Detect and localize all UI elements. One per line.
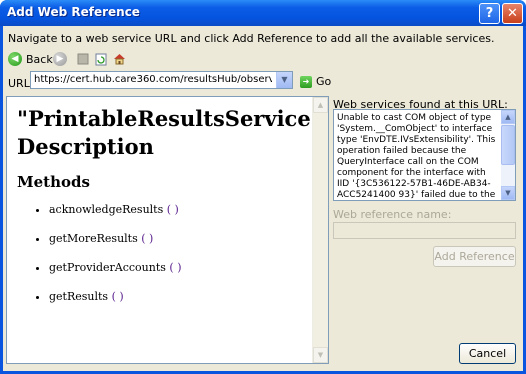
go-label: Go <box>316 75 332 88</box>
service-browser-pane[interactable]: "PrintableResultsService" Description Me… <box>6 96 329 364</box>
scroll-down-button[interactable]: ▼ <box>313 347 328 363</box>
browser-content: "PrintableResultsService" Description Me… <box>17 105 322 319</box>
chevron-down-icon: ▼ <box>505 189 511 197</box>
scroll-up-button[interactable]: ▲ <box>313 97 328 113</box>
add-reference-button[interactable]: Add Reference <box>433 246 516 267</box>
method-name: getMoreResults <box>49 232 138 245</box>
url-combobox[interactable]: https://cert.hub.care360.com/resultsHub/… <box>30 71 293 89</box>
url-input[interactable]: https://cert.hub.care360.com/resultsHub/… <box>34 74 272 85</box>
method-item: acknowledgeResults ( ) <box>49 203 307 216</box>
home-button[interactable] <box>112 50 126 68</box>
close-icon: ✕ <box>507 6 518 21</box>
refresh-button[interactable] <box>94 50 108 68</box>
method-name: acknowledgeResults <box>49 203 164 216</box>
method-item: getMoreResults ( ) <box>49 232 307 245</box>
help-button[interactable]: ? <box>479 3 500 24</box>
method-item: getResults ( ) <box>49 290 307 303</box>
services-scroll-up[interactable]: ▲ <box>501 110 515 124</box>
method-name: getProviderAccounts <box>49 261 166 274</box>
chevron-down-icon: ▼ <box>317 351 324 359</box>
forward-button[interactable]: ▶ <box>53 50 67 68</box>
web-reference-name-label: Web reference name: <box>333 208 452 221</box>
method-params-link[interactable]: ( ) <box>167 203 179 216</box>
methods-heading: Methods <box>17 173 90 191</box>
methods-list: acknowledgeResults ( ) getMoreResults ( … <box>17 203 307 303</box>
stop-icon <box>76 52 90 66</box>
chevron-up-icon: ▲ <box>317 101 324 109</box>
window-title: Add Web Reference <box>7 5 140 19</box>
instructions-text: Navigate to a web service URL and click … <box>8 32 495 45</box>
method-params-link[interactable]: ( ) <box>112 290 124 303</box>
go-button[interactable]: ➜ Go <box>300 75 331 88</box>
stop-button[interactable] <box>76 50 90 68</box>
services-scroll-thumb[interactable] <box>501 125 515 165</box>
refresh-icon <box>94 52 108 66</box>
chevron-up-icon: ▲ <box>505 113 511 121</box>
web-reference-name-input[interactable] <box>333 222 516 239</box>
url-dropdown-button[interactable]: ▼ <box>276 72 292 88</box>
back-button[interactable]: ◀ Back <box>8 50 53 68</box>
dialog-client-area: Navigate to a web service URL and click … <box>3 26 523 371</box>
chevron-down-icon: ▼ <box>281 75 288 84</box>
home-icon <box>112 52 126 66</box>
services-message: Unable to cast COM object of type 'Syste… <box>337 113 496 200</box>
cancel-button[interactable]: Cancel <box>459 343 516 364</box>
method-item: getProviderAccounts ( ) <box>49 261 307 274</box>
method-params-link[interactable]: ( ) <box>141 232 153 245</box>
browser-toolbar: ◀ Back ▶ <box>8 50 208 70</box>
services-scroll-down[interactable]: ▼ <box>501 186 515 200</box>
close-button[interactable]: ✕ <box>502 3 523 24</box>
help-icon: ? <box>485 6 494 21</box>
services-found-textbox[interactable]: Unable to cast COM object of type 'Syste… <box>333 109 516 201</box>
service-description-heading: "PrintableResultsService" Description <box>17 106 322 159</box>
back-icon: ◀ <box>8 52 22 66</box>
browser-scrollbar[interactable]: ▲ ▼ <box>312 97 328 363</box>
go-arrow-icon: ➜ <box>300 75 312 88</box>
forward-icon: ▶ <box>53 52 67 66</box>
method-name: getResults <box>49 290 109 303</box>
method-params-link[interactable]: ( ) <box>169 261 181 274</box>
dialog-window: Add Web Reference ? ✕ Navigate to a web … <box>0 0 526 374</box>
title-bar[interactable]: Add Web Reference ? ✕ <box>0 0 526 26</box>
services-scrollbar[interactable]: ▲ ▼ <box>501 110 515 200</box>
back-label: Back <box>26 52 53 66</box>
